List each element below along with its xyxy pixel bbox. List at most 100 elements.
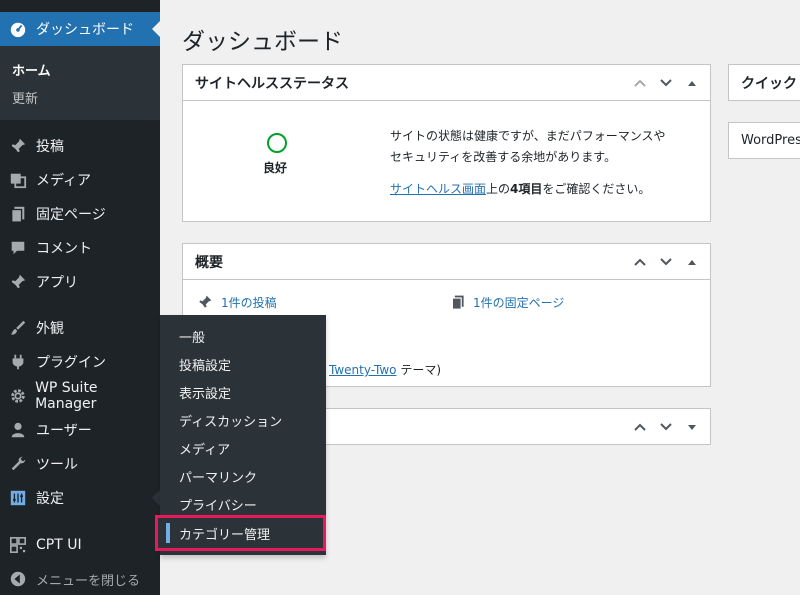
chevron-up-icon xyxy=(634,79,646,87)
menu-posts-label: 投稿 xyxy=(36,139,64,155)
theme-suffix: テーマ) xyxy=(400,363,441,377)
flyout-item-category-management-label: カテゴリー管理 xyxy=(179,527,271,543)
health-description-line2: セキュリティを改善する余地があります。 xyxy=(390,150,617,164)
comment-icon xyxy=(0,239,36,257)
menu-plugins-label: プラグイン xyxy=(36,355,106,371)
menu-wp-suite-manager[interactable]: WP Suite Manager xyxy=(0,379,160,413)
submenu-updates[interactable]: 更新 xyxy=(12,88,38,107)
menu-media[interactable]: メディア xyxy=(0,163,160,197)
menu-dashboard[interactable]: ダッシュボード xyxy=(0,12,160,46)
widget-controls xyxy=(632,65,700,101)
flyout-item-general[interactable]: 一般 xyxy=(160,322,326,350)
move-down-button[interactable] xyxy=(658,254,674,270)
flyout-item-discussion[interactable]: ディスカッション xyxy=(160,406,326,434)
menu-plugins[interactable]: プラグイン xyxy=(0,345,160,379)
quick-draft-widget: クイック xyxy=(728,64,800,101)
settings-sliders-icon xyxy=(0,489,36,507)
menu-comments-label: コメント xyxy=(36,241,92,257)
menu-users-label: ユーザー xyxy=(36,423,92,439)
dashboard-icon xyxy=(0,20,36,38)
chevron-up-icon xyxy=(634,258,646,266)
chevron-down-icon xyxy=(660,423,672,431)
menu-comments[interactable]: コメント xyxy=(0,231,160,265)
wrench-icon xyxy=(0,455,36,473)
chevron-down-icon xyxy=(660,258,672,266)
brush-icon xyxy=(0,319,36,337)
move-down-button[interactable] xyxy=(658,75,674,91)
at-a-glance-header: 概要 xyxy=(183,244,710,280)
collapse-arrow-icon xyxy=(0,570,36,588)
site-health-widget: サイトヘルスステータス 良好 サイトの状態は健康ですが、まだパフォーマンスや セ… xyxy=(182,64,711,222)
menu-apps-label: アプリ xyxy=(36,275,78,291)
plugin-icon xyxy=(0,353,36,371)
health-description-line1: サイトの状態は健康ですが、まだパフォーマンスや xyxy=(390,129,666,143)
submenu-home[interactable]: ホーム xyxy=(12,60,51,79)
flyout-item-media[interactable]: メディア xyxy=(160,434,326,462)
health-action-text: サイトヘルス画面上の4項目をご確認ください。 xyxy=(390,180,650,197)
current-menu-arrow xyxy=(152,21,160,37)
menu-apps[interactable]: アプリ xyxy=(0,265,160,299)
flyout-item-permalinks[interactable]: パーマリンク xyxy=(160,462,326,490)
toggle-panel-button[interactable] xyxy=(684,419,700,435)
media-icon xyxy=(0,171,36,189)
move-up-button[interactable] xyxy=(632,419,648,435)
wp-events-widget: WordPres xyxy=(728,122,800,159)
gear-icon xyxy=(0,387,35,405)
page-title: ダッシュボード xyxy=(182,29,343,55)
menu-settings[interactable]: 設定 xyxy=(0,481,160,515)
posts-count-link[interactable]: 1件の投稿 xyxy=(221,294,277,311)
dashboard-submenu: ホーム 更新 xyxy=(0,46,160,120)
flyout-item-privacy[interactable]: プライバシー xyxy=(160,490,326,518)
flyout-item-reading[interactable]: 表示設定 xyxy=(160,378,326,406)
health-action-pre: 上の xyxy=(486,182,511,196)
menu-media-label: メディア xyxy=(36,173,92,189)
chevron-up-icon xyxy=(634,423,646,431)
quick-draft-header: クイック xyxy=(729,65,800,100)
pages-icon xyxy=(450,294,466,314)
flyout-item-category-management[interactable]: カテゴリー管理 xyxy=(155,515,326,551)
caret-up-icon xyxy=(688,81,696,86)
menu-pages-label: 固定ページ xyxy=(36,207,106,223)
move-up-button[interactable] xyxy=(632,254,648,270)
pin-icon xyxy=(0,273,36,291)
pages-icon xyxy=(0,205,36,223)
health-status-label: 良好 xyxy=(263,161,288,175)
move-up-button[interactable] xyxy=(632,75,648,91)
admin-sidebar: ダッシュボード ホーム 更新 投稿 メディア 固定ページ コメント アプリ 外観… xyxy=(0,0,160,595)
menu-wp-suite-manager-label: WP Suite Manager xyxy=(35,380,98,412)
menu-cpt-ui[interactable]: CPT UI xyxy=(0,528,160,562)
grid-icon xyxy=(0,536,36,554)
site-health-header: サイトヘルスステータス xyxy=(183,65,710,101)
pages-count-link[interactable]: 1件の固定ページ xyxy=(473,294,564,311)
menu-settings-label: 設定 xyxy=(36,491,64,507)
toggle-panel-button[interactable] xyxy=(684,254,700,270)
menu-tools-label: ツール xyxy=(36,457,78,473)
toggle-panel-button[interactable] xyxy=(684,75,700,91)
menu-users[interactable]: ユーザー xyxy=(0,413,160,447)
menu-appearance-label: 外観 xyxy=(36,321,64,337)
menu-pages[interactable]: 固定ページ xyxy=(0,197,160,231)
menu-appearance[interactable]: 外観 xyxy=(0,311,160,345)
site-health-link[interactable]: サイトヘルス画面 xyxy=(390,182,486,196)
wp-events-header: WordPres xyxy=(729,123,800,158)
chevron-down-icon xyxy=(660,79,672,87)
widget-controls xyxy=(632,244,700,280)
health-items-count: 4項目 xyxy=(510,182,543,196)
wp-events-title: WordPres xyxy=(741,133,800,148)
caret-down-icon xyxy=(688,425,696,430)
at-a-glance-title: 概要 xyxy=(195,254,223,271)
theme-link[interactable]: Twenty-Two xyxy=(329,363,396,377)
collapse-menu-label: メニューを閉じる xyxy=(36,573,141,589)
caret-up-icon xyxy=(688,260,696,265)
site-health-title: サイトヘルスステータス xyxy=(195,75,349,92)
menu-posts[interactable]: 投稿 xyxy=(0,129,160,163)
theme-info: Twenty-Two テーマ) xyxy=(329,361,441,378)
flyout-item-writing[interactable]: 投稿設定 xyxy=(160,350,326,378)
move-down-button[interactable] xyxy=(658,419,674,435)
collapse-menu-button[interactable]: メニューを閉じる xyxy=(0,562,160,595)
menu-tools[interactable]: ツール xyxy=(0,447,160,481)
health-action-post: をご確認ください。 xyxy=(542,182,651,196)
menu-dashboard-label: ダッシュボード xyxy=(36,22,134,38)
menu-cpt-ui-label: CPT UI xyxy=(36,537,82,553)
settings-flyout-menu: 一般 投稿設定 表示設定 ディスカッション メディア パーマリンク プライバシー… xyxy=(155,315,326,555)
